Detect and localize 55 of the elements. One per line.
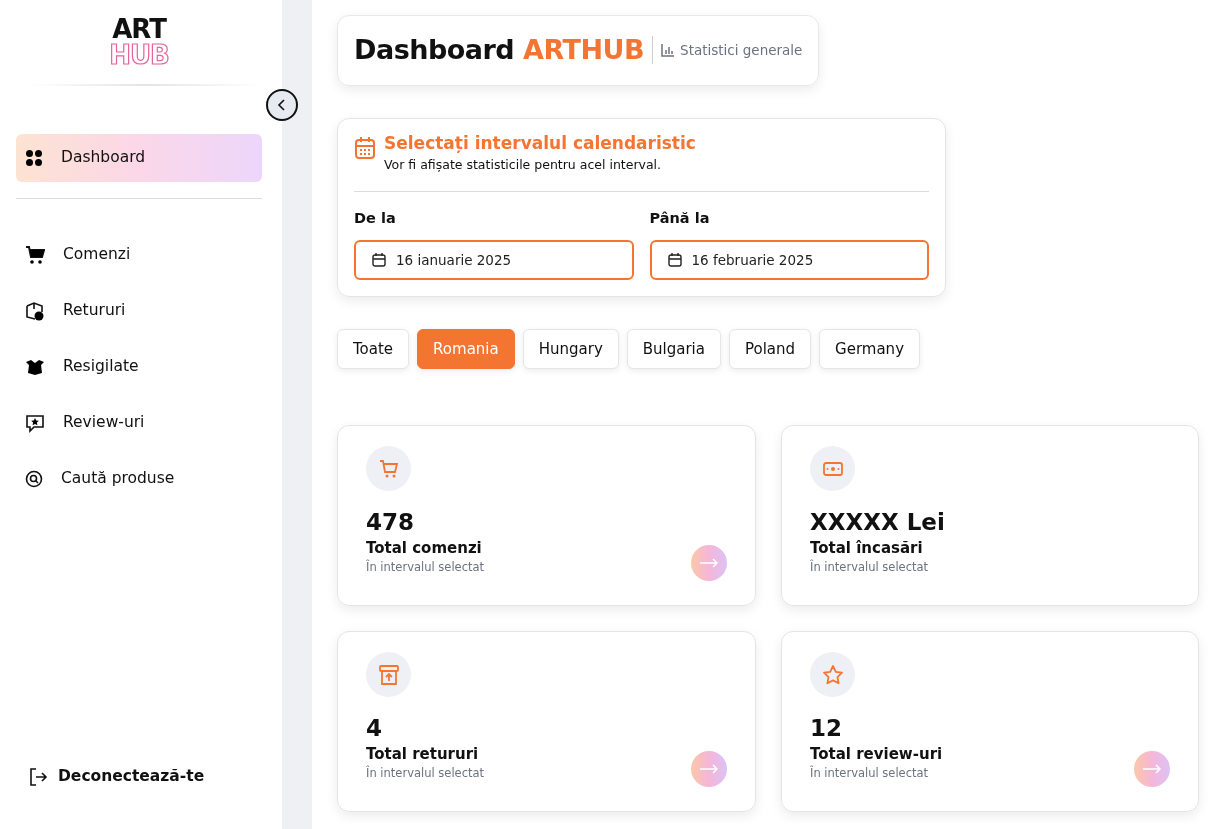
arrow-right-icon (1142, 764, 1162, 774)
date-range-title: Selectați intervalul calendaristic (384, 131, 696, 155)
date-field[interactable]: 16 ianuarie 2025 (354, 239, 634, 280)
stat-label: Total comenzi (366, 537, 482, 559)
arrow-right-icon (699, 558, 719, 568)
grid-icon (25, 149, 43, 167)
cart-icon (25, 245, 45, 265)
stat-note: În intervalul selectat (810, 765, 929, 783)
stat-note: În intervalul selectat (366, 559, 485, 577)
sidebar-item[interactable]: Dashboard (16, 134, 263, 182)
country-tab[interactable]: Hungary (522, 328, 619, 369)
bar-chart-icon (661, 43, 676, 58)
review-star-icon (25, 413, 45, 433)
stat-value: 12 (810, 715, 842, 743)
date-field[interactable]: 16 februarie 2025 (649, 239, 929, 280)
country-tab[interactable]: Poland (729, 328, 812, 369)
stat-note: În intervalul selectat (810, 559, 929, 577)
country-tab[interactable]: Germany (819, 328, 920, 369)
sidebar-item[interactable]: Review-uri (16, 399, 263, 447)
logo-text: HUB (108, 42, 170, 68)
box-return-icon (25, 301, 45, 321)
calendar-icon (667, 252, 682, 267)
stat-label: Total încasări (810, 537, 923, 559)
logout-icon (28, 767, 48, 787)
collapse-button[interactable] (266, 89, 299, 121)
sidebar-item[interactable]: Comenzi (16, 231, 263, 279)
sidebar-item[interactable]: Resigilate (16, 343, 263, 391)
stat-label: Total retururi (366, 743, 479, 765)
banknote-icon (821, 460, 844, 477)
page-title: Dashboard ARTHUB (354, 33, 645, 67)
field-label: Până la (649, 208, 711, 228)
arrow-button[interactable] (691, 751, 727, 787)
star-icon (821, 663, 844, 686)
arrow-right-icon (699, 764, 719, 774)
arrow-button[interactable] (691, 545, 727, 581)
sidebar-item[interactable]: Caută produse (16, 455, 263, 503)
archive-icon (377, 663, 400, 686)
cart-icon (377, 457, 400, 480)
logo-text: ART (112, 16, 167, 42)
subtitle: Statistici generale (652, 36, 803, 65)
date-range-description: Vor fi afișate statisticile pentru acel interval. (384, 156, 663, 174)
stat-value: XXXXX Lei (810, 509, 945, 537)
stat-label: Total review-uri (810, 743, 943, 765)
country-tab[interactable]: Toate (337, 328, 410, 369)
field-label: De la (354, 208, 397, 228)
logout-link[interactable]: Deconectează-te (16, 753, 263, 801)
sidebar-item[interactable]: Retururi (16, 287, 263, 335)
stat-value: 478 (366, 509, 414, 537)
arrow-button[interactable] (1134, 751, 1170, 787)
stat-value: 4 (366, 715, 382, 743)
search-icon (25, 470, 43, 488)
calendar-icon (372, 252, 386, 267)
stat-note: În intervalul selectat (366, 765, 485, 783)
country-tab[interactable]: Bulgaria (626, 328, 721, 369)
calendar-icon (354, 135, 376, 160)
